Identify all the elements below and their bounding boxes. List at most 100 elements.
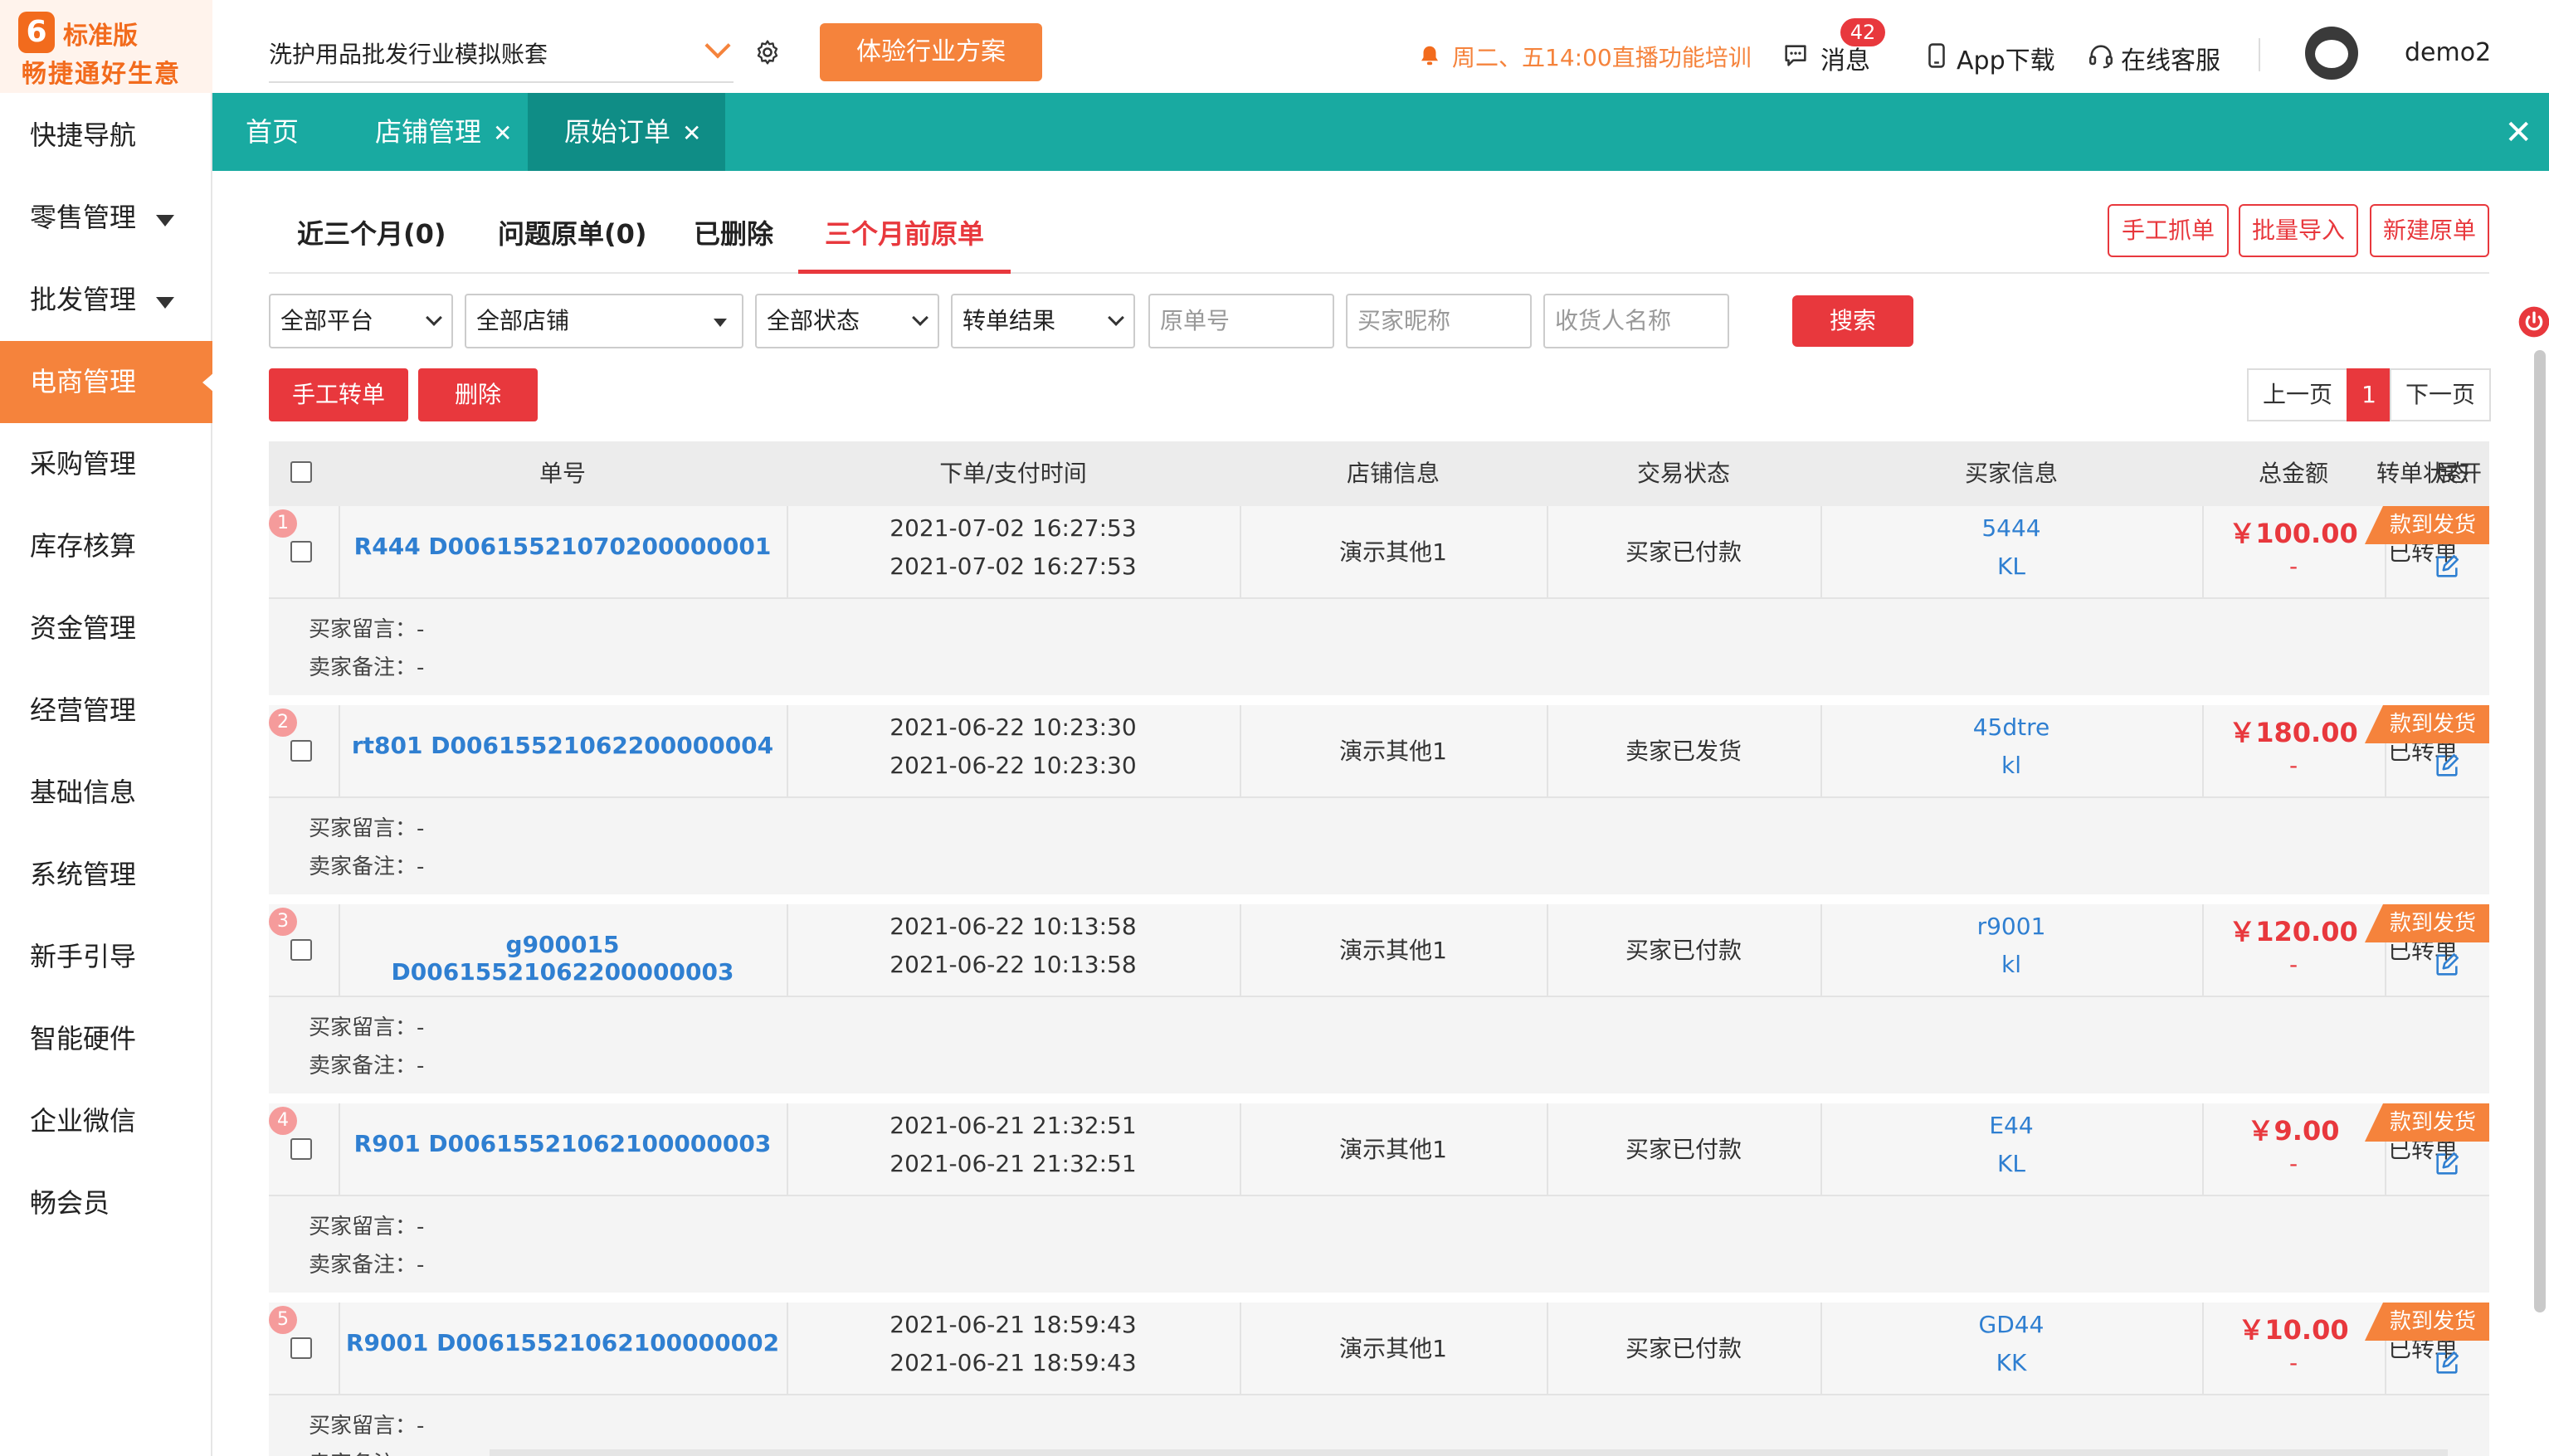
sidebar-item[interactable]: 零售管理	[0, 177, 212, 259]
receiver-name[interactable]: KK	[1820, 1349, 2202, 1376]
buyer-nick-link[interactable]: 5444	[1820, 514, 2202, 542]
col-convert-status: 转单状态	[2376, 460, 2469, 487]
row-checkbox[interactable]	[290, 1337, 312, 1359]
training-notice[interactable]: 周二、五14:00直播功能培训	[1452, 40, 1752, 73]
edit-icon[interactable]	[2433, 1349, 2461, 1377]
table-row: 3 g900015 D00615521062200000003 2021-06-22…	[269, 904, 2489, 1103]
trade-status: 买家已付款	[1625, 937, 1742, 964]
select-all-checkbox[interactable]	[290, 461, 312, 483]
sidebar-item[interactable]: 新手引导	[0, 916, 212, 998]
next-page-button[interactable]: 下一页	[2390, 368, 2491, 421]
tab-label: 首页	[246, 116, 300, 148]
tab-store-management[interactable]: 店铺管理 ✕	[375, 93, 533, 171]
buyer-nick-link[interactable]: E44	[1820, 1112, 2202, 1139]
platform-select[interactable]: 全部平台	[269, 294, 453, 348]
seller-note: 卖家备注：-	[309, 855, 425, 879]
vertical-scrollbar[interactable]	[2534, 350, 2546, 1312]
gear-icon[interactable]	[753, 38, 782, 66]
horizontal-scrollbar[interactable]	[490, 1449, 2448, 1456]
order-time: 2021-06-21 18:59:43	[889, 1311, 1137, 1338]
message-icon[interactable]	[1781, 41, 1811, 70]
trade-status: 买家已付款	[1625, 1136, 1742, 1163]
close-icon[interactable]: ✕	[493, 95, 512, 173]
online-service-link[interactable]: 在线客服	[2121, 40, 2220, 76]
prev-page-button[interactable]: 上一页	[2247, 368, 2348, 421]
sidebar-item[interactable]: 采购管理	[0, 423, 212, 505]
sidebar-item[interactable]: 智能硬件	[0, 998, 212, 1080]
order-notes: 买家留言：- 卖家备注：-	[269, 798, 2489, 894]
row-checkbox[interactable]	[290, 1138, 312, 1160]
order-number-link[interactable]: R901 D00615521062100000003	[339, 1130, 787, 1157]
order-number-link[interactable]: rt801 D00615521062200000004	[339, 732, 787, 759]
batch-import-button[interactable]: 批量导入	[2239, 204, 2358, 257]
edit-icon[interactable]	[2433, 951, 2461, 979]
app-logo[interactable]: 6 标准版 畅捷通好生意	[0, 0, 212, 93]
avatar-face	[2315, 40, 2348, 68]
receiver-name[interactable]: KL	[1820, 553, 2202, 580]
sidebar-item[interactable]: 电商管理	[0, 341, 214, 423]
edit-icon[interactable]	[2433, 553, 2461, 581]
row-checkbox[interactable]	[290, 939, 312, 961]
receiver-name[interactable]: kl	[1820, 752, 2202, 779]
receiver-name[interactable]: KL	[1820, 1150, 2202, 1177]
sidebar-item[interactable]: 企业微信	[0, 1080, 212, 1162]
account-selector[interactable]: 洗护用品批发行业模拟账套	[269, 23, 734, 83]
manual-grab-button[interactable]: 手工抓单	[2108, 204, 2229, 257]
buyer-message: 买家留言：-	[309, 617, 425, 642]
sidebar-item[interactable]: 快捷导航	[0, 95, 212, 177]
buyer-nick-link[interactable]: 45dtre	[1820, 713, 2202, 741]
table-row: 2 rt801 D00615521062200000004 2021-06-22 1…	[269, 705, 2489, 904]
new-order-button[interactable]: 新建原单	[2370, 204, 2489, 257]
search-button[interactable]: 搜索	[1792, 295, 1913, 347]
sidebar-item[interactable]: 经营管理	[0, 670, 212, 752]
order-number-link[interactable]: R444 D00615521070200000001	[339, 533, 787, 560]
order-number-link[interactable]: R9001 D00615521062100000002	[339, 1329, 787, 1356]
receiver-name-input[interactable]: 收货人名称	[1543, 294, 1729, 348]
row-checkbox[interactable]	[290, 541, 312, 562]
page-number-current[interactable]: 1	[2347, 368, 2391, 421]
sidebar-item[interactable]: 批发管理	[0, 259, 212, 341]
close-all-tabs-icon[interactable]: ✕	[2504, 116, 2532, 149]
trade-status: 买家已付款	[1625, 1335, 1742, 1362]
subtab-recent-three-months[interactable]: 近三个月(0)	[297, 204, 446, 274]
sidebar-item-label: 畅会员	[30, 1187, 110, 1219]
avatar[interactable]	[2305, 27, 2358, 80]
subtab-deleted[interactable]: 已删除	[694, 204, 773, 274]
convert-result-select[interactable]: 转单结果	[951, 294, 1135, 348]
buyer-nick-input[interactable]: 买家昵称	[1346, 294, 1532, 348]
delete-button[interactable]: 删除	[418, 368, 538, 421]
power-toggle-icon[interactable]	[2517, 305, 2549, 338]
subtab-older-orders[interactable]: 三个月前原单	[798, 204, 1011, 274]
sidebar-item[interactable]: 系统管理	[0, 834, 212, 916]
sidebar-item[interactable]: 畅会员	[0, 1162, 212, 1244]
order-no-input[interactable]: 原单号	[1148, 294, 1334, 348]
tab-home[interactable]: 首页	[246, 93, 312, 171]
col-order-no: 单号	[539, 460, 586, 487]
messages-count-badge: 42	[1840, 18, 1885, 46]
order-number-link[interactable]: g900015 D00615521062200000003	[339, 931, 787, 986]
tab-original-orders[interactable]: 原始订单 ✕	[528, 93, 725, 171]
status-select[interactable]: 全部状态	[755, 294, 939, 348]
row-checkbox[interactable]	[290, 740, 312, 762]
app-download-link[interactable]: App下载	[1957, 40, 2055, 76]
buyer-nick-link[interactable]: GD44	[1820, 1311, 2202, 1338]
store-select[interactable]: 全部店铺	[465, 294, 743, 348]
manual-convert-button[interactable]: 手工转单	[269, 368, 408, 421]
sidebar-item[interactable]: 库存核算	[0, 505, 212, 587]
sidebar-item-label: 基础信息	[30, 777, 137, 808]
close-icon[interactable]: ✕	[682, 95, 701, 173]
table-row: 1 R444 D00615521070200000001 2021-07-02 16…	[269, 506, 2489, 705]
order-time: 2021-07-02 16:27:53	[889, 514, 1137, 542]
edit-icon[interactable]	[2433, 752, 2461, 780]
edit-icon[interactable]	[2433, 1150, 2461, 1178]
order-main-row: 5 R9001 D00615521062100000002 2021-06-21 1…	[269, 1303, 2489, 1395]
buyer-nick-link[interactable]: r9001	[1820, 913, 2202, 940]
sidebar-item[interactable]: 基础信息	[0, 752, 212, 834]
receiver-name[interactable]: kl	[1820, 951, 2202, 978]
sidebar-item-label: 资金管理	[30, 612, 137, 644]
sidebar-item[interactable]: 资金管理	[0, 587, 212, 670]
username[interactable]: demo2	[2405, 38, 2491, 67]
try-industry-button[interactable]: 体验行业方案	[820, 23, 1042, 81]
bell-icon	[1421, 46, 1438, 66]
subtab-problem-orders[interactable]: 问题原单(0)	[498, 204, 647, 274]
